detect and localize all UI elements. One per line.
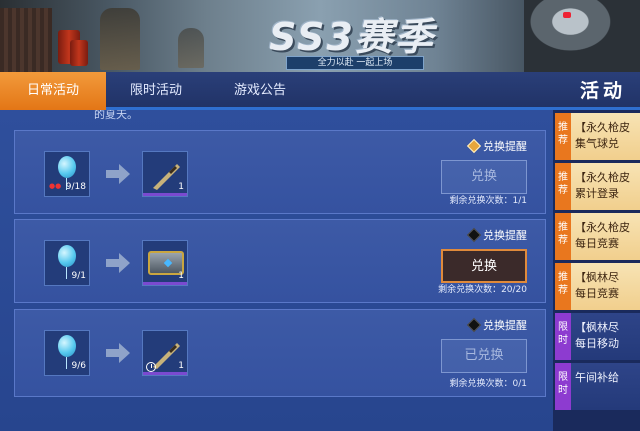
recommend-tag: 推荐 [555, 213, 571, 260]
tab-daily-activities[interactable]: 日常活动 [0, 72, 106, 110]
remaining-exchanges: 剩余兑换次数：1/1 [449, 196, 528, 206]
item-count: 9/6 [71, 361, 86, 371]
page-title: 活动 [579, 80, 626, 102]
tab-bar: 日常活动 限时活动 游戏公告 活动 [0, 72, 640, 110]
sidebar-item-label: 【永久枪皮 集气球兑 [575, 121, 630, 150]
exchange-reminder-toggle[interactable]: 兑换提醒 [466, 317, 527, 333]
rifle-skin-item-slot[interactable]: 1 [142, 330, 188, 376]
exchange-card: 9/1 1 兑换提醒 兑换 剩余兑换次数：20/20 [14, 219, 546, 303]
shipping-container-art [0, 8, 52, 72]
balloon-item-slot[interactable]: 9/6 [44, 330, 90, 376]
remaining-exchanges: 剩余兑换次数：0/1 [449, 379, 528, 389]
soldier-art [178, 28, 204, 68]
recommend-tag: 推荐 [555, 263, 571, 310]
sidebar-item-label: 【枫林尽 每日竞赛 [575, 271, 619, 300]
remaining-exchanges: 剩余兑换次数：20/20 [438, 285, 527, 295]
balloon-string [66, 357, 67, 369]
reminder-label: 兑换提醒 [483, 229, 527, 242]
description-text: 的夏天。 [94, 110, 138, 121]
item-count: 1 [178, 271, 184, 281]
recommend-tag: 推荐 [555, 163, 571, 210]
reminder-diamond-icon [466, 317, 482, 333]
supply-crate-item-slot[interactable]: 1 [142, 240, 188, 286]
limited-tag: 限时 [555, 313, 571, 360]
balloon-item-slot[interactable]: ●● 9/18 [44, 151, 90, 197]
season-banner: SS3赛季 全力以赴 一起上场 [0, 0, 640, 72]
balloon-icon [58, 156, 76, 178]
sidebar-item-label: 午间补给 [575, 371, 619, 384]
sidebar-item-login[interactable]: 推荐 【永久枪皮 累计登录 [555, 163, 640, 210]
sidebar-item-noon-supply[interactable]: 限时 午间补给 [555, 363, 640, 410]
rifle-skin-item-slot[interactable]: 1 [142, 151, 188, 197]
season-title: SS3赛季 [269, 15, 435, 59]
reminder-diamond-icon [466, 227, 482, 243]
exchange-reminder-toggle[interactable]: 兑换提醒 [466, 138, 527, 154]
activity-sidebar: 推荐 【永久枪皮 集气球兑 推荐 【永久枪皮 累计登录 推荐 【永久枪皮 每日竞赛 推… [553, 110, 640, 431]
sidebar-item-balloon-exchange[interactable]: 推荐 【永久枪皮 集气球兑 [555, 113, 640, 160]
tab-game-announcements[interactable]: 游戏公告 [234, 72, 286, 110]
sidebar-item-label: 【永久枪皮 累计登录 [575, 171, 630, 200]
item-count: 1 [178, 182, 184, 192]
tab-limited-activities[interactable]: 限时活动 [130, 72, 182, 110]
sidebar-item-maple-move[interactable]: 限时 【枫林尽 每日移动 [555, 313, 640, 360]
armored-soldier-art [524, 0, 640, 72]
sidebar-item-label: 【枫林尽 每日移动 [575, 321, 619, 350]
rarity-bar [143, 193, 187, 196]
item-count: 1 [178, 361, 184, 371]
balloon-icon [58, 245, 76, 267]
exchange-card: ●● 9/18 1 兑换提醒 兑换 剩余兑换次数：1/1 [14, 130, 546, 214]
exchange-card: 9/6 1 兑换提醒 已兑换 剩余兑换次数：0/1 [14, 309, 546, 397]
exchange-button[interactable]: 兑换 [441, 160, 527, 194]
oil-barrel-art [70, 40, 88, 66]
soldier-art [100, 8, 140, 70]
insufficient-marker-icon: ●● [49, 182, 62, 190]
item-count: 9/18 [65, 182, 86, 192]
balloon-item-slot[interactable]: 9/1 [44, 240, 90, 286]
rarity-bar [143, 282, 187, 285]
reminder-label: 兑换提醒 [483, 140, 527, 153]
crate-gem-icon [163, 258, 173, 268]
reminder-label: 兑换提醒 [483, 319, 527, 332]
sidebar-item-label: 【永久枪皮 每日竞赛 [575, 221, 630, 250]
rarity-bar [143, 372, 187, 375]
arrow-right-icon [106, 164, 130, 184]
season-slogan: 全力以赴 一起上场 [286, 56, 424, 70]
arrow-right-icon [106, 253, 130, 273]
sidebar-item-maple-competition[interactable]: 推荐 【枫林尽 每日竞赛 [555, 263, 640, 310]
arrow-right-icon [106, 343, 130, 363]
balloon-string [66, 267, 67, 279]
exchanged-button[interactable]: 已兑换 [441, 339, 527, 373]
recommend-tag: 推荐 [555, 113, 571, 160]
item-count: 9/1 [71, 271, 86, 281]
exchange-reminder-toggle[interactable]: 兑换提醒 [466, 227, 527, 243]
limited-tag: 限时 [555, 363, 571, 410]
reminder-diamond-icon [466, 138, 482, 154]
visor-light-art [563, 12, 571, 18]
clock-icon [146, 362, 156, 372]
balloon-icon [58, 335, 76, 357]
exchange-button[interactable]: 兑换 [441, 249, 527, 283]
sidebar-item-daily-competition[interactable]: 推荐 【永久枪皮 每日竞赛 [555, 213, 640, 260]
exchange-list[interactable]: 的夏天。 ●● 9/18 1 兑换提醒 兑换 剩余兑换次数：1/1 9/1 1 … [0, 110, 553, 431]
